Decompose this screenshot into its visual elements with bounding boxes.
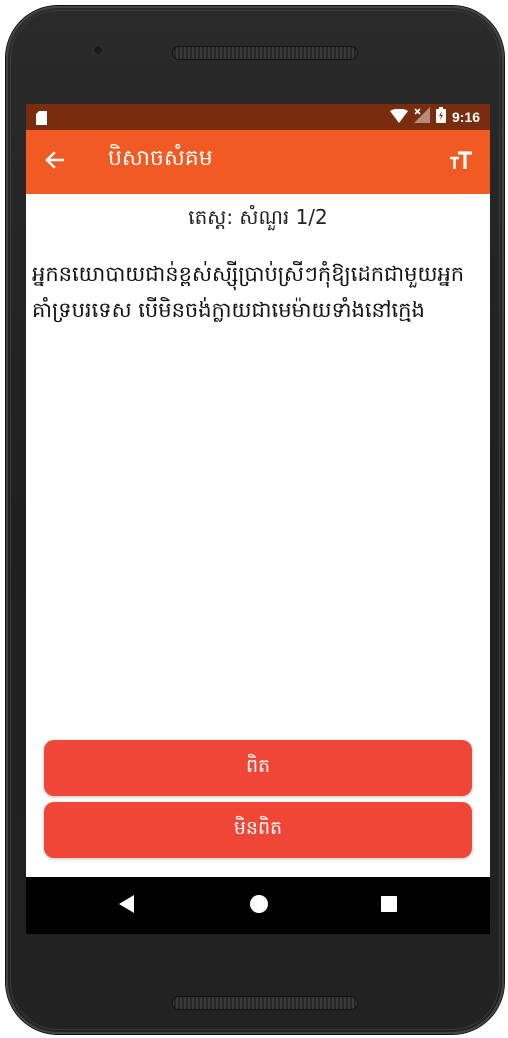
app-bar: បិសាចសំគម xyxy=(26,130,490,194)
nav-back-button[interactable] xyxy=(112,891,142,921)
status-time: 9:16 xyxy=(451,109,480,125)
nav-recent-icon xyxy=(381,896,397,916)
nav-home-button[interactable] xyxy=(244,891,274,921)
nav-home-icon xyxy=(249,894,269,918)
text-size-icon xyxy=(449,150,473,174)
no-signal-icon xyxy=(413,107,430,127)
true-answer-button[interactable]: ពិត xyxy=(44,740,472,796)
page-title: បិសាចសំគម xyxy=(108,146,213,171)
status-icons: 9:16 xyxy=(389,107,480,127)
false-answer-button[interactable]: មិនពិត xyxy=(44,802,472,858)
system-nav-bar xyxy=(26,877,490,934)
top-speaker-grille xyxy=(172,46,358,60)
back-button[interactable] xyxy=(40,148,68,176)
question-text: អ្នកនយោបាយជាន់ខ្ពស់ស្ស៊ីប្រាប់ស្រីៗកុំឱ្… xyxy=(32,262,465,322)
text-size-button[interactable] xyxy=(446,148,476,176)
front-camera xyxy=(92,44,104,56)
status-bar: 9:16 xyxy=(26,104,490,130)
quiz-progress-header: តេស្ត: សំណួរ 1/2 xyxy=(188,205,328,229)
nav-recent-apps-button[interactable] xyxy=(374,891,404,921)
sd-card-icon xyxy=(36,110,47,125)
battery-icon xyxy=(435,107,446,127)
wifi-icon xyxy=(389,108,408,127)
phone-screen: 9:16 បិសាចសំគម តេស្ត: សំណួរ 1/2 អ្នកនយោប… xyxy=(26,104,490,934)
nav-back-icon xyxy=(119,895,135,917)
bottom-speaker-grille xyxy=(172,996,358,1010)
arrow-left-icon xyxy=(44,151,65,173)
